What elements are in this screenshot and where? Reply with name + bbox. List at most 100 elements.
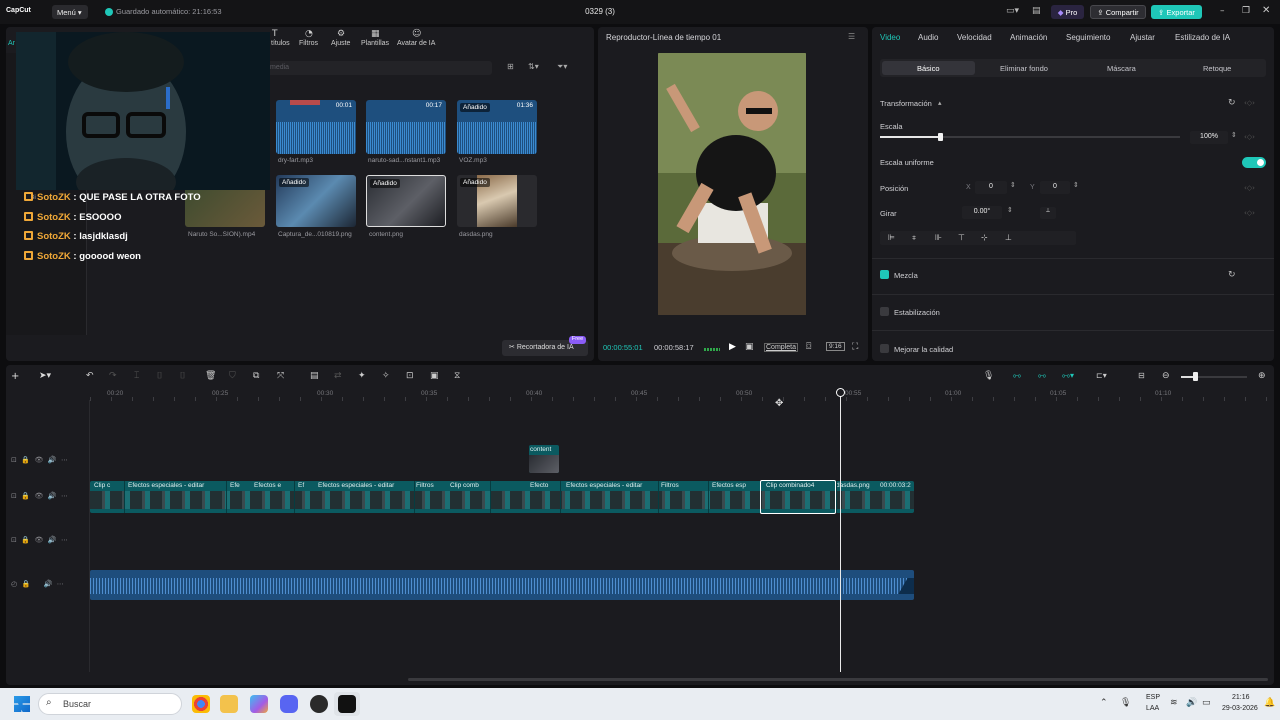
cursor-tool-icon[interactable]: ➤▾	[39, 371, 51, 381]
taskbar-search-input[interactable]	[38, 693, 182, 715]
media-item[interactable]: Añadido	[276, 175, 356, 227]
subtab-retouch[interactable]: Retoque	[1203, 64, 1231, 73]
crop-icon[interactable]: ⧉	[253, 371, 259, 381]
microphone-icon[interactable]: 🎙	[983, 371, 994, 381]
tab-media[interactable]: Ar	[8, 40, 15, 47]
audio-track-clip[interactable]	[90, 570, 914, 600]
delete-icon[interactable]: 🗑	[205, 371, 216, 381]
media-item[interactable]: Añadido 01:36	[457, 100, 537, 154]
pro-button[interactable]: ◆ Pro	[1051, 5, 1084, 19]
flip-icon[interactable]: ⟂	[1040, 207, 1056, 219]
microphone-icon[interactable]: 🎙	[1120, 698, 1131, 708]
tab-templates[interactable]: Plantillas	[361, 40, 389, 47]
tab-filters[interactable]: Filtros	[299, 40, 318, 47]
export-button[interactable]: ⇪ Exportar	[1151, 5, 1202, 19]
blend-checkbox[interactable]	[880, 270, 889, 279]
align-top-icon[interactable]: ⊤	[958, 233, 965, 242]
menu-button[interactable]: Menú ▾	[52, 5, 88, 19]
align-center-v-icon[interactable]: ⊹	[981, 233, 988, 242]
sort-icon[interactable]: ⇅▾	[528, 62, 539, 71]
fit-icon[interactable]: ⊟	[1138, 371, 1145, 380]
stepper-icon[interactable]: ⇕	[1007, 206, 1013, 214]
keyframe-icon[interactable]: ‹◇›	[1244, 184, 1255, 192]
subtab-remove-bg[interactable]: Eliminar fondo	[1000, 64, 1048, 73]
chevron-up-icon[interactable]: ⌃	[1100, 698, 1108, 708]
magic-icon[interactable]: ✧	[382, 371, 390, 381]
track-header[interactable]: ⊡ 🔒 👁 🔊 ⋯	[11, 456, 68, 464]
tab-audio[interactable]: Audio	[918, 33, 938, 42]
uniform-scale-toggle[interactable]	[1242, 157, 1266, 168]
rotate-field[interactable]: 0.00°	[962, 206, 1002, 219]
speed-icon[interactable]: ▣	[745, 342, 754, 352]
battery-icon[interactable]: ▭	[1202, 698, 1211, 708]
undo-icon[interactable]: ↶	[86, 371, 94, 381]
split-icon[interactable]: ⌶	[134, 371, 139, 381]
full-quality-button[interactable]: Completa	[764, 343, 798, 352]
media-search-input[interactable]: media	[262, 61, 492, 75]
position-y-field[interactable]: 0	[1040, 181, 1070, 194]
align-center-h-icon[interactable]: ⧧	[912, 233, 916, 243]
fullscreen-icon[interactable]: ⛶	[852, 342, 858, 352]
tab-animation[interactable]: Animación	[1010, 33, 1047, 42]
align-bottom-icon[interactable]: ⊥	[1005, 233, 1012, 242]
tab-video[interactable]: Video	[880, 33, 900, 42]
close-icon[interactable]: ✕	[1262, 5, 1270, 16]
reset-icon[interactable]: ↻	[1228, 98, 1236, 108]
cutout-icon[interactable]: ✦	[358, 371, 366, 381]
track-header[interactable]: ◴ 🔒 🔊 ⋯	[11, 580, 64, 588]
tab-adjust[interactable]: Ajustar	[1130, 33, 1155, 42]
timeline-scrollbar[interactable]	[408, 678, 1268, 681]
stabilize-checkbox[interactable]	[880, 307, 889, 316]
mark-icon[interactable]: ⛉	[229, 371, 236, 381]
playhead[interactable]	[840, 390, 841, 672]
snap-icon[interactable]: ⊏▾	[1096, 371, 1107, 380]
menu-icon[interactable]: ☰	[848, 32, 855, 41]
chrome-icon[interactable]	[192, 695, 210, 713]
language-label[interactable]: ESP	[1146, 694, 1160, 701]
split-right-icon[interactable]: ⌷	[180, 371, 185, 381]
file-explorer-icon[interactable]	[220, 695, 238, 713]
share-button[interactable]: ⇪ Compartir	[1090, 5, 1146, 19]
shortcuts-icon[interactable]: ▤	[1032, 6, 1041, 16]
split-left-icon[interactable]: ⌷	[157, 371, 162, 381]
redo-icon[interactable]: ↷	[109, 371, 117, 381]
media-item[interactable]: 00:01	[276, 100, 356, 154]
tab-ai-style[interactable]: Estilizado de IA	[1175, 33, 1230, 42]
wifi-icon[interactable]: ≋	[1170, 698, 1178, 708]
snapshot-icon[interactable]: ⌼	[806, 342, 811, 352]
scale-slider-handle[interactable]	[938, 133, 943, 141]
overlay-clip[interactable]: content	[529, 445, 559, 473]
subtab-basic[interactable]: Básico	[917, 64, 940, 73]
fade-out-handle[interactable]	[892, 578, 914, 594]
discord-icon[interactable]	[280, 695, 298, 713]
minimize-icon[interactable]: –	[1220, 6, 1225, 16]
maximize-icon[interactable]: ❐	[1242, 6, 1250, 16]
playhead-handle[interactable]	[836, 388, 845, 397]
scale-value-field[interactable]: 100%	[1190, 131, 1228, 144]
enhance-checkbox[interactable]	[880, 344, 889, 353]
preview-axis-icon[interactable]: ⧟▾	[1062, 371, 1074, 381]
subtab-mask[interactable]: Máscara	[1107, 64, 1136, 73]
align-left-icon[interactable]: ⊫	[888, 233, 895, 242]
audio-split-icon[interactable]: ⧖	[454, 371, 460, 381]
keyframe-icon[interactable]: ‹◇›	[1244, 209, 1255, 217]
keyframe-icon[interactable]: ‹◇›	[1244, 133, 1255, 141]
obs-icon[interactable]	[310, 695, 328, 713]
chevron-up-icon[interactable]: ▴	[938, 99, 942, 107]
volume-icon[interactable]: 🔊	[1186, 698, 1197, 708]
selected-clip-outline[interactable]	[760, 480, 836, 514]
project-title[interactable]: 0329 (3)	[560, 7, 640, 16]
track-header[interactable]: ⊡ 🔒 👁 🔊 ⋯	[11, 536, 68, 544]
media-item[interactable]: Añadido	[366, 175, 446, 227]
freeze-icon[interactable]: ▤	[310, 371, 319, 381]
copilot-icon[interactable]	[250, 695, 268, 713]
mirror-icon[interactable]: ⇄	[334, 371, 342, 381]
tab-adjust[interactable]: Ajuste	[331, 40, 350, 47]
link-icon[interactable]: ⧟	[1013, 371, 1021, 381]
layout-label[interactable]: LAA	[1146, 705, 1159, 712]
reset-icon[interactable]: ↻	[1228, 270, 1236, 280]
stepper-icon[interactable]: ⇕	[1010, 181, 1016, 189]
zoom-out-icon[interactable]: ⊖	[1162, 371, 1170, 381]
layout-icon[interactable]: ▭▾	[1006, 6, 1019, 16]
capcut-taskbar-icon[interactable]	[338, 695, 356, 713]
